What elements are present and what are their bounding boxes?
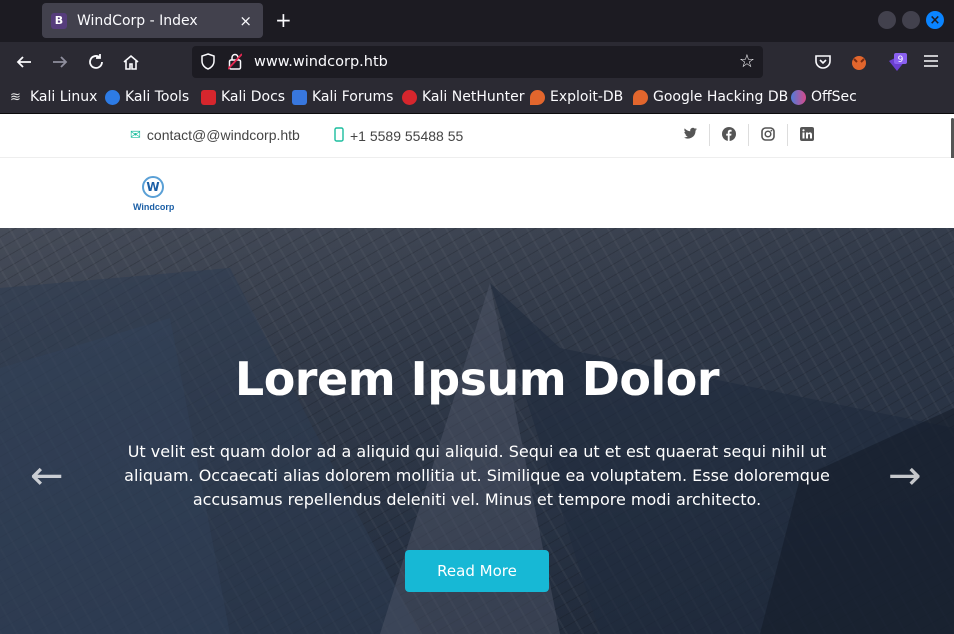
webpage: ✉ contact@@windcorp.htb +1 5589 55488 55…	[0, 114, 954, 634]
navigation-toolbar: www.windcorp.htb ☆ 9	[0, 42, 954, 82]
contact-email[interactable]: ✉ contact@@windcorp.htb	[130, 127, 300, 143]
maximize-window-button[interactable]	[902, 11, 920, 29]
instagram-icon[interactable]	[758, 127, 778, 145]
reload-button[interactable]	[87, 53, 105, 75]
bookmark-offsec[interactable]: OffSec	[791, 89, 857, 105]
ghdb-icon	[633, 89, 648, 105]
extension-fox-icon[interactable]	[850, 53, 868, 75]
bookmark-kali-docs[interactable]: Kali Docs	[201, 89, 285, 105]
bookmark-kali-tools[interactable]: Kali Tools	[105, 89, 189, 105]
hero-carousel: Lorem Ipsum Dolor Ut velit est quam dolo…	[0, 228, 954, 634]
kali-docs-icon	[201, 89, 216, 105]
site-topbar: ✉ contact@@windcorp.htb +1 5589 55488 55	[0, 114, 954, 166]
close-window-button[interactable]: ×	[926, 11, 944, 29]
carousel-prev-arrow-icon[interactable]: ←	[30, 456, 64, 496]
bookmark-exploit-db[interactable]: Exploit-DB	[530, 89, 623, 105]
logo-text[interactable]: Windcorp	[133, 202, 174, 212]
exploit-db-icon	[530, 89, 545, 105]
read-more-button[interactable]: Read More	[405, 550, 549, 592]
bookmark-star-icon[interactable]: ☆	[739, 51, 755, 72]
close-tab-icon[interactable]: ×	[239, 12, 252, 30]
minimize-window-button[interactable]	[878, 11, 896, 29]
insecure-lock-icon[interactable]	[227, 53, 243, 70]
pocket-icon[interactable]	[814, 53, 832, 75]
carousel-next-arrow-icon[interactable]: →	[888, 456, 922, 496]
envelope-icon: ✉	[130, 127, 141, 142]
kali-tools-icon	[105, 89, 120, 105]
new-tab-button[interactable]: +	[275, 9, 292, 31]
bookmark-google-hacking-db[interactable]: Google Hacking DB	[633, 89, 788, 105]
menu-hamburger-icon[interactable]	[923, 53, 939, 73]
home-button[interactable]	[122, 53, 140, 75]
hero-title: Lorem Ipsum Dolor	[234, 352, 720, 406]
bookmark-kali-forums[interactable]: Kali Forums	[292, 89, 393, 105]
social-divider	[787, 124, 788, 146]
social-divider	[748, 124, 749, 146]
windcorp-logo-icon[interactable]: W	[142, 176, 164, 198]
shield-icon[interactable]	[200, 53, 216, 70]
bookmark-kali-nethunter[interactable]: Kali NetHunter	[402, 89, 524, 105]
offsec-icon	[791, 89, 806, 105]
bootstrap-favicon-icon: B	[51, 12, 67, 29]
hero-description: Ut velit est quam dolor ad a aliquid qui…	[124, 442, 830, 509]
bookmarks-toolbar: ≋ Kali Linux Kali Tools Kali Docs Kali Fo…	[0, 82, 954, 114]
site-header: W Windcorp	[0, 158, 954, 228]
extension-shield-icon[interactable]: 9	[886, 53, 908, 79]
kali-dragon-icon: ≋	[10, 89, 21, 105]
tab-windcorp[interactable]: B WindCorp - Index ×	[42, 3, 263, 38]
twitter-icon[interactable]	[680, 127, 700, 145]
forward-button[interactable]	[51, 53, 69, 75]
social-divider	[709, 124, 710, 146]
contact-phone: +1 5589 55488 55	[334, 127, 463, 145]
phone-icon	[334, 127, 344, 145]
url-text[interactable]: www.windcorp.htb	[254, 54, 388, 70]
extension-badge-count: 9	[898, 55, 904, 65]
tab-bar: B WindCorp - Index × + ×	[0, 0, 954, 42]
facebook-icon[interactable]	[719, 127, 739, 145]
url-bar[interactable]: www.windcorp.htb ☆	[192, 46, 763, 78]
bookmark-kali-linux[interactable]: ≋ Kali Linux	[10, 89, 97, 105]
kali-forums-icon	[292, 89, 307, 105]
back-button[interactable]	[15, 53, 33, 75]
linkedin-icon[interactable]	[797, 127, 817, 145]
tab-title: WindCorp - Index	[77, 12, 198, 29]
kali-nethunter-icon	[402, 89, 417, 105]
